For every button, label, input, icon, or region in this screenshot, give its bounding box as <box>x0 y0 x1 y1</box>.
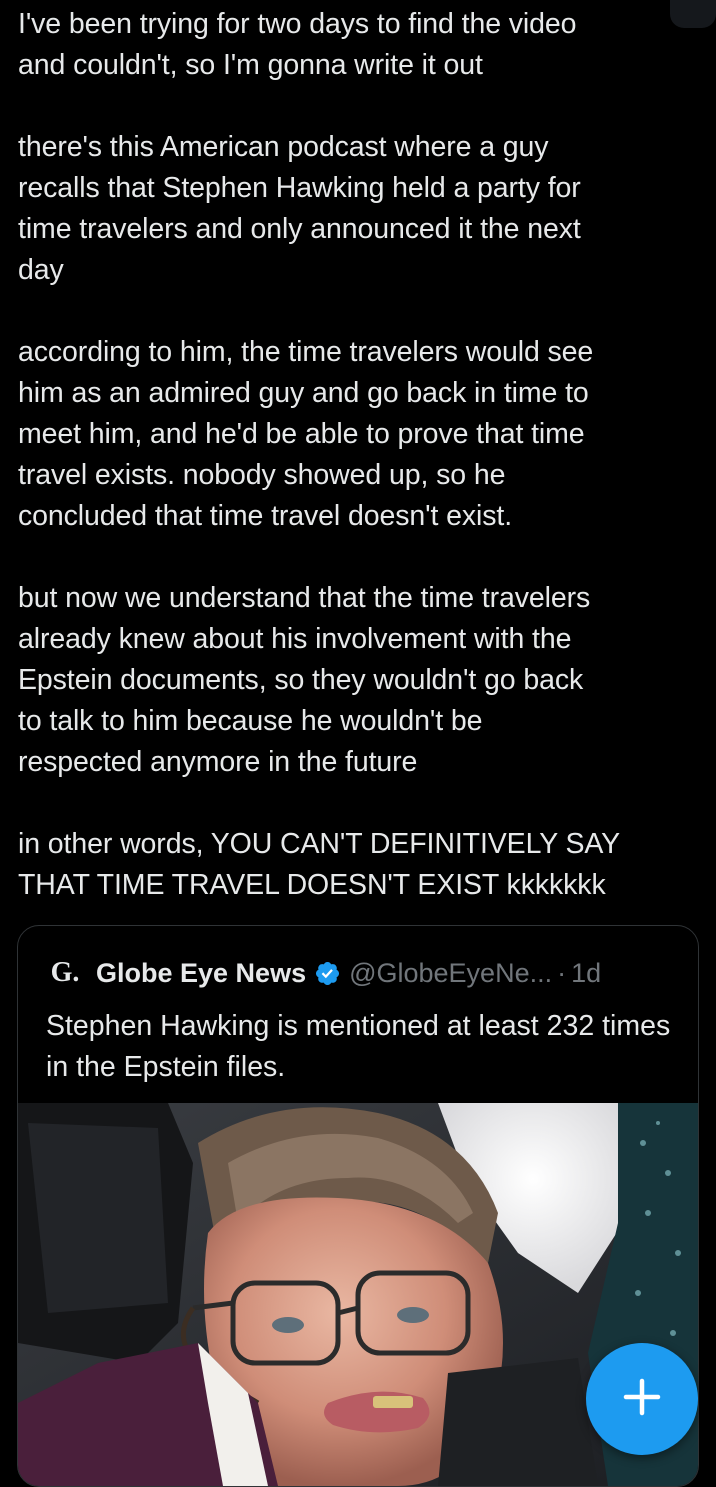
tweet-text: I've been trying for two days to find th… <box>18 4 688 906</box>
quoted-post-text: Stephen Hawking is mentioned at least 23… <box>46 1010 671 1083</box>
tweet-paragraph: in other words, YOU CAN'T DEFINITIVELY S… <box>18 828 621 901</box>
compose-button[interactable] <box>586 1343 698 1455</box>
tweet-paragraph: according to him, the time travelers wou… <box>18 336 594 532</box>
tweet-paragraph: there's this American podcast where a gu… <box>18 131 581 286</box>
header-separator: · <box>557 957 567 988</box>
source-handle[interactable]: @GlobeEyeNe... <box>349 958 552 989</box>
quoted-post-header: G. Globe Eye News @GlobeEyeNe... · 1d <box>50 956 602 990</box>
tweet-paragraph: but now we understand that the time trav… <box>18 582 591 778</box>
source-avatar[interactable]: G. <box>50 957 80 988</box>
plus-icon <box>622 1377 662 1422</box>
source-name[interactable]: Globe Eye News <box>96 958 306 989</box>
post-timestamp[interactable]: 1d <box>571 958 601 989</box>
verified-badge-icon <box>314 960 341 987</box>
tweet-paragraph: I've been trying for two days to find th… <box>18 8 577 81</box>
